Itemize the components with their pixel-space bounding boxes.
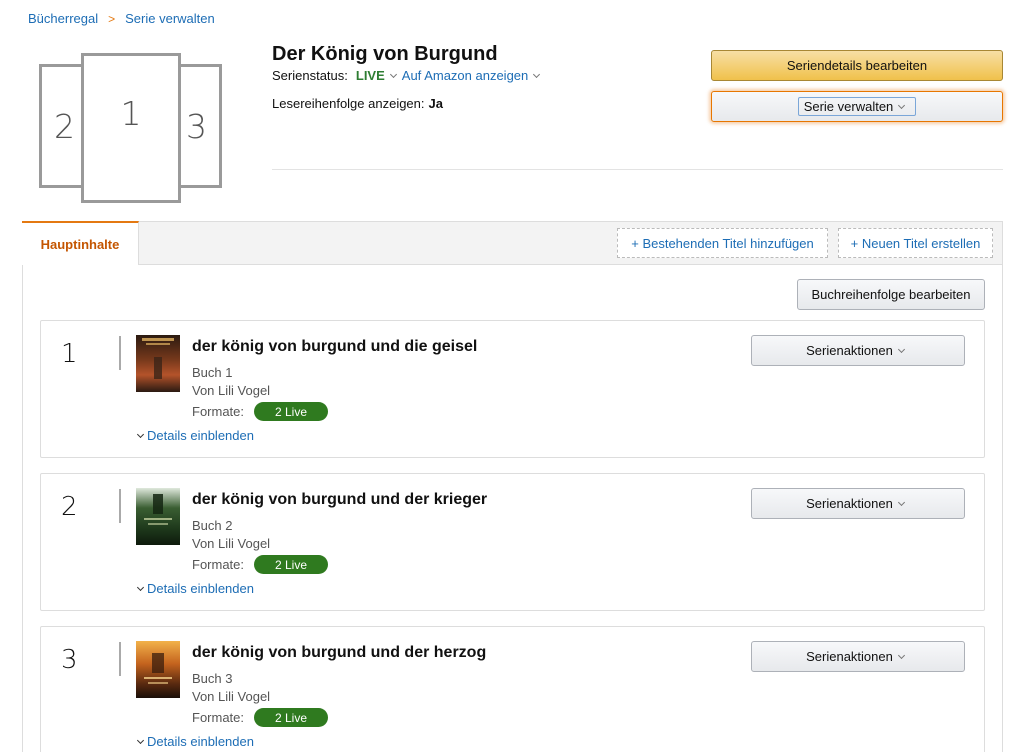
manage-series-chevron-down-icon bbox=[898, 101, 906, 109]
book-cover-thumbnail[interactable] bbox=[136, 335, 180, 392]
tab-main-content[interactable]: Hauptinhalte bbox=[22, 221, 139, 265]
breadcrumb: Bücherregal > Serie verwalten bbox=[28, 11, 215, 26]
manage-series-label: Serie verwalten bbox=[803, 99, 894, 114]
book-author: Von Lili Vogel bbox=[192, 383, 271, 398]
create-new-title-button[interactable]: + Neuen Titel erstellen bbox=[838, 228, 993, 258]
reading-order-row: Lesereihenfolge anzeigen: Ja bbox=[272, 96, 443, 111]
reading-order-value: Ja bbox=[428, 96, 443, 111]
series-actions-button[interactable]: Serienaktionen bbox=[751, 488, 965, 519]
book-title: der könig von burgund und der krieger bbox=[192, 491, 488, 508]
status-chevron-down-icon[interactable] bbox=[389, 70, 397, 78]
show-details-link[interactable]: Details einblenden bbox=[136, 581, 254, 596]
show-details-link[interactable]: Details einblenden bbox=[136, 428, 254, 443]
number-divider bbox=[119, 336, 121, 370]
book-number: 1 bbox=[61, 339, 78, 369]
manage-series-button[interactable]: Serie verwalten bbox=[711, 91, 1003, 122]
breadcrumb-manage-series-link[interactable]: Serie verwalten bbox=[125, 11, 215, 26]
view-on-amazon-link[interactable]: Auf Amazon anzeigen bbox=[402, 68, 528, 83]
book-card-2: 2 der könig von burgund und der krieger … bbox=[40, 473, 985, 611]
formats-label: Formate: bbox=[192, 557, 245, 572]
cover-card-center: 1 bbox=[81, 53, 181, 203]
book-card-3: 3 der könig von burgund und der herzog B… bbox=[40, 626, 985, 752]
amazon-chevron-down-icon[interactable] bbox=[533, 70, 541, 78]
formats-label: Formate: bbox=[192, 404, 245, 419]
series-actions-label: Serienaktionen bbox=[806, 343, 893, 358]
series-actions-label: Serienaktionen bbox=[806, 496, 893, 511]
series-status-value[interactable]: LIVE bbox=[356, 68, 385, 83]
formats-label: Formate: bbox=[192, 710, 245, 725]
series-status-label: Serienstatus: bbox=[272, 68, 348, 83]
breadcrumb-bookshelf-link[interactable]: Bücherregal bbox=[28, 11, 98, 26]
book-cover-thumbnail[interactable] bbox=[136, 488, 180, 545]
details-chevron-down-icon bbox=[136, 736, 145, 744]
add-existing-title-button[interactable]: + Bestehenden Titel hinzufügen bbox=[617, 228, 828, 258]
book-formats: Formate: 2 Live bbox=[192, 708, 329, 727]
book-series-number: Buch 2 bbox=[192, 518, 233, 533]
manage-series-button-focus: Serie verwalten bbox=[797, 97, 917, 116]
series-cover-placeholder: 2 3 1 bbox=[36, 50, 226, 206]
show-details-label: Details einblenden bbox=[147, 581, 254, 596]
show-details-label: Details einblenden bbox=[147, 428, 254, 443]
show-details-label: Details einblenden bbox=[147, 734, 254, 749]
series-actions-chevron-down-icon bbox=[897, 498, 905, 506]
formats-live-badge: 2 Live bbox=[254, 402, 329, 421]
details-chevron-down-icon bbox=[136, 583, 145, 591]
number-divider bbox=[119, 642, 121, 676]
series-actions-chevron-down-icon bbox=[897, 651, 905, 659]
book-number: 2 bbox=[61, 492, 78, 522]
book-card-1: 1 der könig von burgund und die geisel B… bbox=[40, 320, 985, 458]
book-series-number: Buch 3 bbox=[192, 671, 233, 686]
book-formats: Formate: 2 Live bbox=[192, 555, 329, 574]
book-number: 3 bbox=[61, 645, 78, 675]
series-actions-button[interactable]: Serienaktionen bbox=[751, 335, 965, 366]
details-chevron-down-icon bbox=[136, 430, 145, 438]
book-title: der könig von burgund und der herzog bbox=[192, 644, 487, 661]
show-details-link[interactable]: Details einblenden bbox=[136, 734, 254, 749]
formats-live-badge: 2 Live bbox=[254, 708, 329, 727]
book-author: Von Lili Vogel bbox=[192, 536, 271, 551]
series-actions-chevron-down-icon bbox=[897, 345, 905, 353]
series-actions-button[interactable]: Serienaktionen bbox=[751, 641, 965, 672]
book-title: der könig von burgund und die geisel bbox=[192, 338, 478, 355]
book-series-number: Buch 1 bbox=[192, 365, 233, 380]
breadcrumb-separator: > bbox=[108, 11, 116, 26]
book-cover-thumbnail[interactable] bbox=[136, 641, 180, 698]
reading-order-label: Lesereihenfolge anzeigen: bbox=[272, 96, 425, 111]
edit-book-order-button[interactable]: Buchreihenfolge bearbeiten bbox=[797, 279, 985, 310]
book-formats: Formate: 2 Live bbox=[192, 402, 329, 421]
series-status-row: Serienstatus: LIVE Auf Amazon anzeigen bbox=[272, 68, 545, 83]
number-divider bbox=[119, 489, 121, 523]
formats-live-badge: 2 Live bbox=[254, 555, 329, 574]
book-author: Von Lili Vogel bbox=[192, 689, 271, 704]
series-title: Der König von Burgund bbox=[272, 43, 498, 65]
tab-bar: Hauptinhalte + Bestehenden Titel hinzufü… bbox=[22, 221, 1002, 265]
header-divider bbox=[272, 169, 1003, 170]
edit-series-details-button[interactable]: Seriendetails bearbeiten bbox=[711, 50, 1003, 81]
series-actions-label: Serienaktionen bbox=[806, 649, 893, 664]
